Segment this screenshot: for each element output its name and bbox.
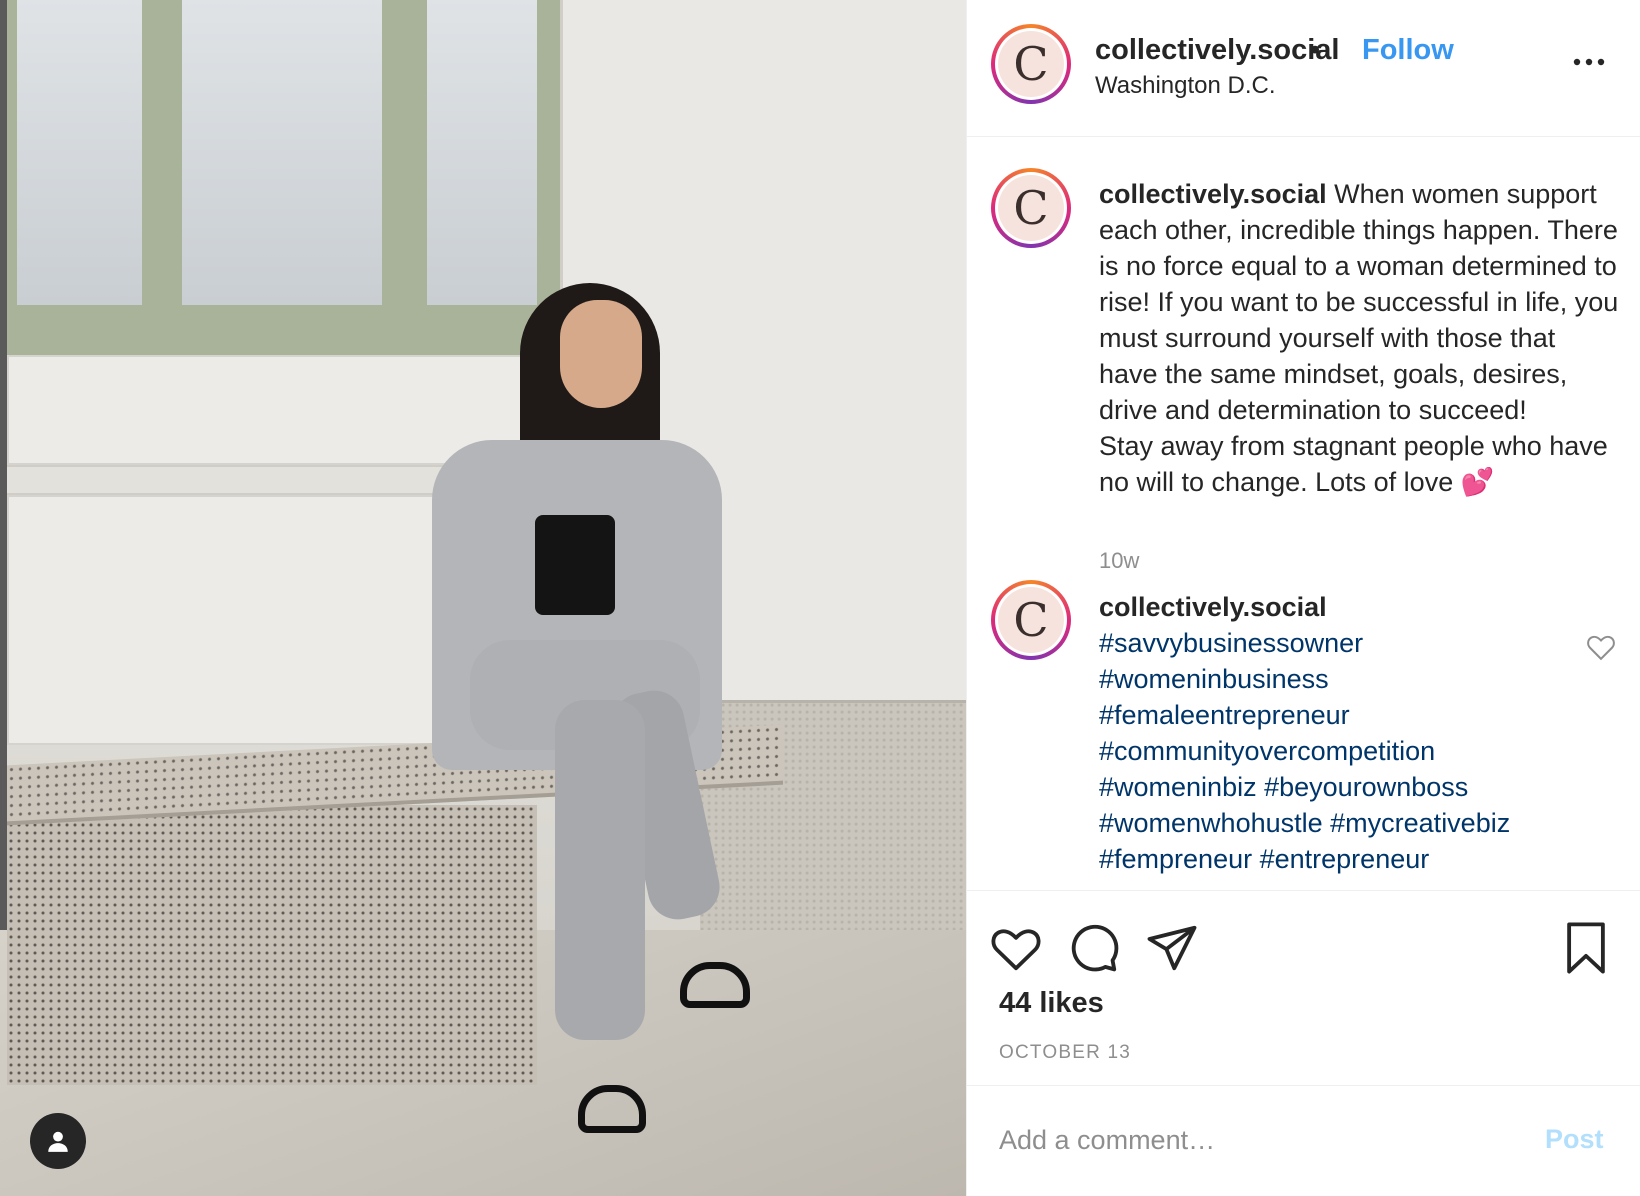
hashtag-link[interactable]: #communityovercompetition [1099,736,1435,766]
avatar[interactable]: C [991,168,1071,248]
person-leg [555,700,645,1040]
post-header: C collectively.social • Follow Washingto… [967,0,1640,137]
avatar-logo: C [998,587,1064,653]
share-icon[interactable] [1145,921,1199,975]
person-face [560,300,642,408]
more-options-button[interactable] [1569,44,1609,80]
follow-button[interactable]: Follow [1362,34,1454,67]
hashtag-link[interactable]: #mycreativebiz [1330,808,1510,838]
post-location[interactable]: Washington D.C. [1095,72,1276,100]
avatar-logo: C [998,175,1064,241]
bookmark-icon[interactable] [1559,921,1613,975]
heart-icon[interactable] [989,921,1043,975]
avatar[interactable]: C [991,24,1071,104]
post-actions: 44 likes OCTOBER 13 [967,890,1640,1085]
likes-count[interactable]: 44 likes [999,987,1104,1020]
hashtag-link[interactable]: #femaleentrepreneur [1099,700,1350,730]
user-tag-button[interactable] [30,1113,86,1169]
avatar[interactable]: C [991,580,1071,660]
comments-section[interactable]: C collectively.social When women support… [967,138,1640,890]
separator-dot: • [1310,34,1321,66]
comment-input[interactable] [999,1114,1499,1166]
more-options-icon [1573,58,1605,66]
hashtag-link[interactable]: #entrepreneur [1260,844,1430,874]
window-frame [7,0,562,355]
hashtag-link[interactable]: #womeninbusiness [1099,664,1329,694]
comment-like-icon[interactable] [1586,633,1616,661]
caption-time[interactable]: 10w [1099,548,1139,574]
comment-form: Post [967,1085,1640,1196]
hashtag-comment: collectively.social #savvybusinessowner … [1099,589,1579,877]
post-username[interactable]: collectively.social [1095,34,1340,67]
caption: collectively.social When women support e… [1099,176,1619,500]
comment-username[interactable]: collectively.social [1099,592,1327,622]
user-tag-icon [48,1131,68,1152]
person-top [535,515,615,615]
hashtag-link[interactable]: #womeninbiz [1099,772,1257,802]
avatar-logo: C [998,31,1064,97]
hashtag-link[interactable]: #womenwhohustle [1099,808,1323,838]
post-comment-button[interactable]: Post [1545,1124,1604,1155]
hashtag-link[interactable]: #savvybusinessowner [1099,628,1363,658]
bench-front [7,805,537,1085]
caption-username[interactable]: collectively.social [1099,179,1327,209]
post-date[interactable]: OCTOBER 13 [999,1042,1131,1064]
caption-text: When women support each other, incredibl… [1099,179,1619,497]
person-shoe [680,962,750,1008]
hashtag-link[interactable]: #fempreneur [1099,844,1252,874]
person-shoe [578,1085,646,1133]
post-photo[interactable] [0,0,966,1196]
comment-icon[interactable] [1067,921,1121,975]
hashtag-link[interactable]: #beyourownboss [1264,772,1468,802]
post-side-panel: C collectively.social • Follow Washingto… [966,0,1640,1196]
